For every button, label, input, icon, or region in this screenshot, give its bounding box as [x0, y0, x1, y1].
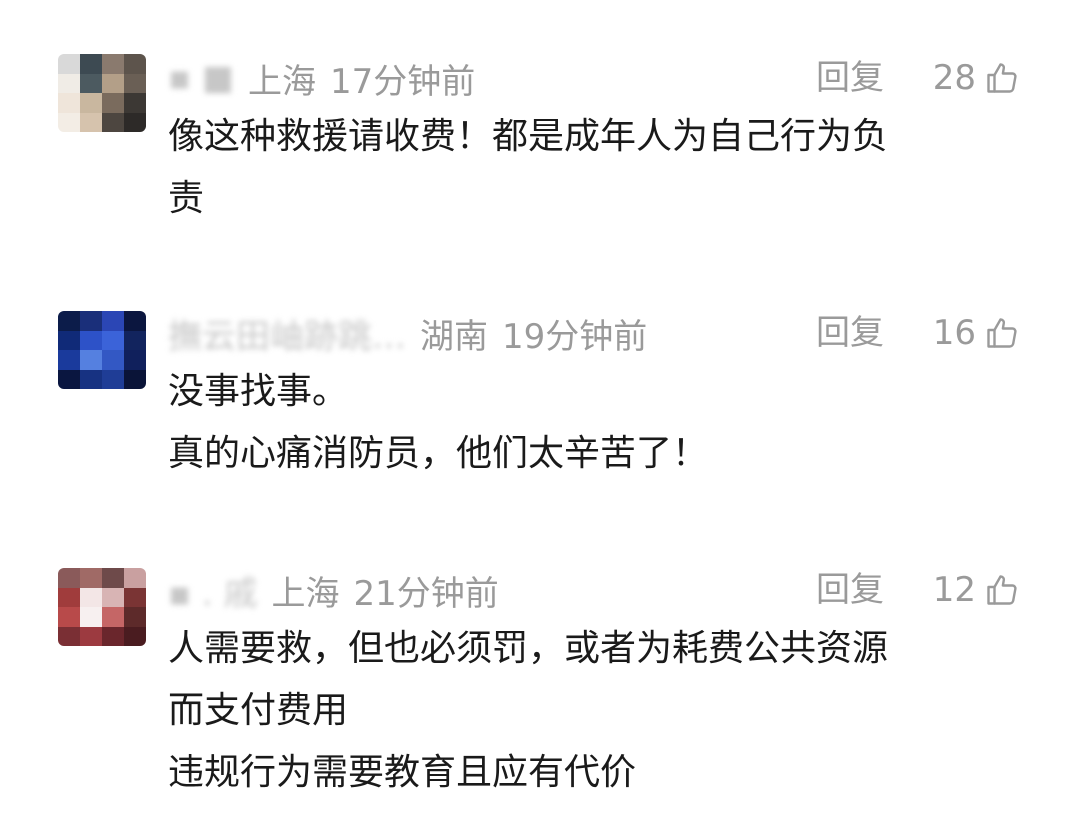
- avatar-pixel: [124, 369, 146, 389]
- avatar-pixel: [124, 330, 146, 350]
- avatar-pixel: [80, 587, 102, 607]
- username[interactable]: 撫云田岫跡跳…: [168, 309, 406, 358]
- avatar-pixel: [80, 73, 102, 93]
- avatar-pixel: [58, 311, 80, 331]
- comment-item: ▪ . 戚 上海 21分钟前 回复 12 人需要救，但也必须罚，或者为耗费公共资…: [0, 560, 1080, 810]
- avatar-pixel: [58, 93, 80, 113]
- avatar-pixel: [124, 587, 146, 607]
- comment-line: 责: [168, 178, 205, 219]
- like-button[interactable]: 28: [933, 48, 1020, 108]
- avatar-pixel: [80, 330, 102, 350]
- avatar-pixel: [102, 112, 124, 132]
- comment-line: 像这种救援请收费！都是成年人为自己行为负: [168, 116, 889, 157]
- avatar-pixel: [58, 350, 80, 370]
- avatar[interactable]: [58, 568, 146, 646]
- avatar-pixel: [102, 54, 124, 74]
- comment-line: 违规行为需要教育且应有代价: [168, 752, 637, 793]
- thumbs-up-icon: [987, 318, 1017, 348]
- timestamp: 21分钟前: [353, 573, 499, 614]
- avatar-pixel: [80, 350, 102, 370]
- avatar-pixel: [58, 73, 80, 93]
- location: 上海: [271, 573, 340, 614]
- comment-meta: 撫云田岫跡跳… 湖南 19分钟前: [168, 303, 1028, 363]
- avatar-pixel: [102, 350, 124, 370]
- avatar-pixel: [124, 93, 146, 113]
- comment-item: ▪ ■ 上海 17分钟前 回复 28 像这种救援请收费！都是成年人为自己行为负 …: [0, 48, 1080, 238]
- avatar-pixel: [58, 112, 80, 132]
- avatar-pixel: [58, 607, 80, 627]
- username[interactable]: ▪ . 戚: [168, 566, 257, 615]
- avatar-pixel: [102, 311, 124, 331]
- avatar-pixel: [102, 626, 124, 646]
- timestamp: 19分钟前: [502, 316, 648, 357]
- avatar-pixel: [102, 607, 124, 627]
- avatar-pixel: [80, 93, 102, 113]
- avatar-pixel: [102, 93, 124, 113]
- username[interactable]: ▪ ■: [168, 58, 234, 98]
- avatar[interactable]: [58, 54, 146, 132]
- like-count: 12: [932, 570, 976, 610]
- avatar-pixel: [124, 350, 146, 370]
- thumbs-up-icon: [987, 63, 1017, 93]
- avatar-pixel: [102, 73, 124, 93]
- comment-meta: ▪ ■ 上海 17分钟前: [168, 48, 1028, 108]
- avatar-pixel: [80, 568, 102, 588]
- avatar[interactable]: [58, 311, 146, 389]
- like-button[interactable]: 16: [933, 303, 1020, 363]
- comment-body: 像这种救援请收费！都是成年人为自己行为负 责: [168, 106, 998, 230]
- avatar-pixel: [102, 330, 124, 350]
- avatar-pixel: [58, 54, 80, 74]
- avatar-pixel: [124, 311, 146, 331]
- thumbs-up-icon: [987, 575, 1017, 605]
- avatar-pixel: [80, 607, 102, 627]
- comment-meta: ▪ . 戚 上海 21分钟前: [168, 560, 1028, 620]
- like-count: 28: [932, 58, 976, 98]
- comment-line: 人需要救，但也必须罚，或者为耗费公共资源: [168, 628, 889, 669]
- avatar-pixel: [124, 73, 146, 93]
- comment-item: 撫云田岫跡跳… 湖南 19分钟前 回复 16 没事找事。 真的心痛消防员，他们太…: [0, 303, 1080, 493]
- avatar-pixel: [80, 626, 102, 646]
- avatar-pixel: [58, 330, 80, 350]
- like-count: 16: [932, 313, 976, 353]
- avatar-pixel: [58, 369, 80, 389]
- avatar-pixel: [124, 54, 146, 74]
- avatar-pixel: [124, 112, 146, 132]
- avatar-pixel: [58, 568, 80, 588]
- comment-line: 而支付费用: [168, 690, 349, 731]
- location: 上海: [247, 61, 316, 102]
- avatar-pixel: [124, 607, 146, 627]
- comment-line: 没事找事。: [168, 371, 349, 412]
- comment-line: 真的心痛消防员，他们太辛苦了！: [168, 433, 709, 474]
- avatar-pixel: [102, 369, 124, 389]
- avatar-pixel: [102, 568, 124, 588]
- timestamp: 17分钟前: [329, 61, 476, 102]
- avatar-pixel: [80, 54, 102, 74]
- like-button[interactable]: 12: [933, 560, 1020, 620]
- avatar-pixel: [80, 311, 102, 331]
- avatar-pixel: [58, 587, 80, 607]
- reply-button[interactable]: 回复: [816, 48, 884, 108]
- avatar-pixel: [124, 626, 146, 646]
- avatar-pixel: [102, 587, 124, 607]
- avatar-pixel: [80, 112, 102, 132]
- reply-button[interactable]: 回复: [816, 560, 884, 620]
- reply-button[interactable]: 回复: [816, 303, 884, 363]
- avatar-pixel: [80, 369, 102, 389]
- avatar-pixel: [58, 626, 80, 646]
- location: 湖南: [420, 316, 488, 357]
- comment-body: 没事找事。 真的心痛消防员，他们太辛苦了！: [168, 361, 998, 485]
- comment-body: 人需要救，但也必须罚，或者为耗费公共资源 而支付费用 违规行为需要教育且应有代价: [168, 618, 998, 804]
- avatar-pixel: [124, 568, 146, 588]
